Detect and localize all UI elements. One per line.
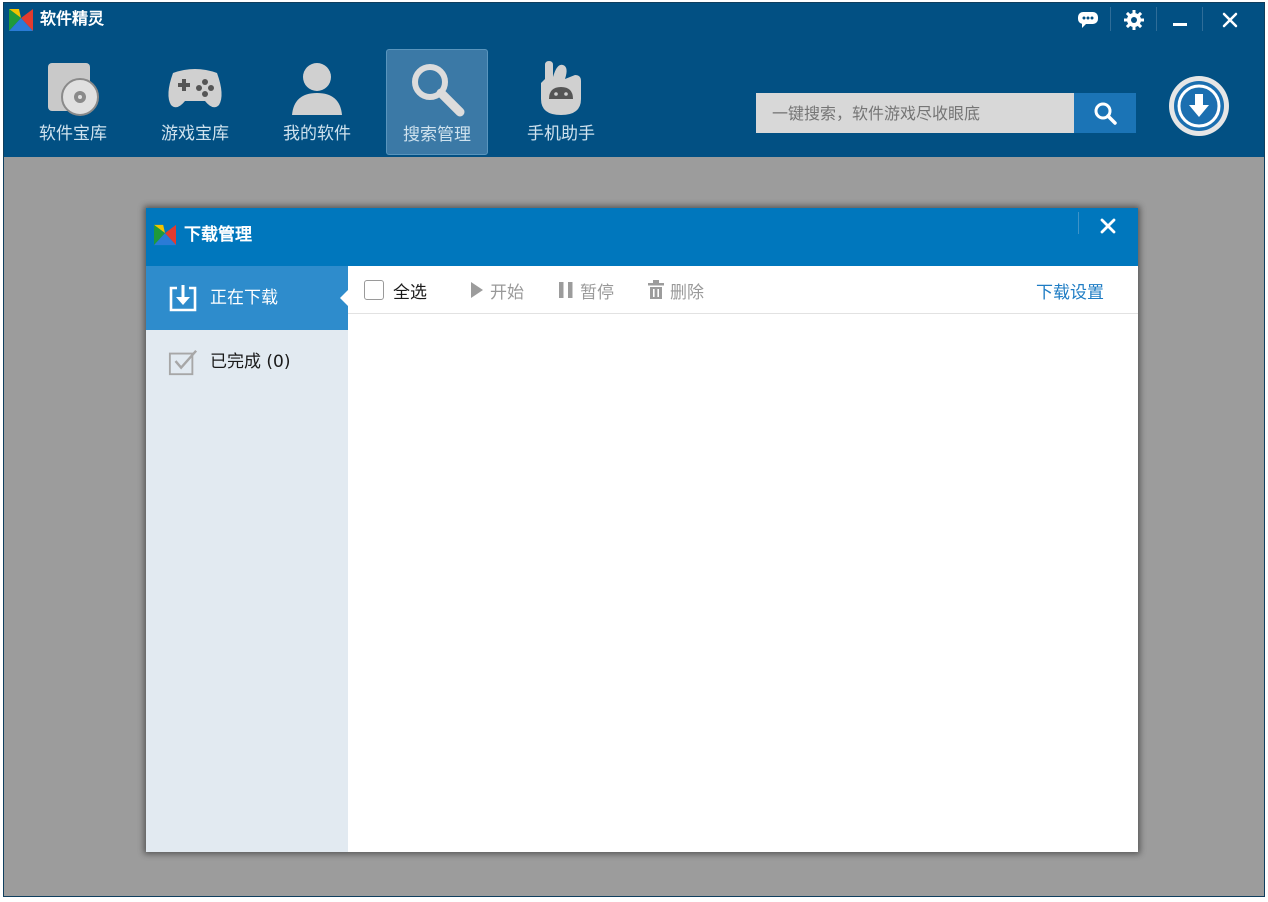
search-input[interactable] bbox=[756, 93, 1074, 133]
search-magnifier-icon bbox=[406, 58, 468, 120]
download-settings-link[interactable]: 下载设置 bbox=[1036, 278, 1104, 303]
settings-button[interactable] bbox=[1114, 5, 1154, 35]
nav-label: 我的软件 bbox=[283, 124, 351, 144]
nav-label: 搜索管理 bbox=[403, 125, 471, 145]
minimize-icon bbox=[1173, 23, 1187, 26]
android-hand-icon bbox=[530, 57, 592, 119]
pause-label: 暂停 bbox=[580, 282, 614, 303]
start-label: 开始 bbox=[490, 282, 524, 303]
dialog-title: 下载管理 bbox=[184, 225, 252, 245]
select-all-toggle[interactable]: 全选 bbox=[364, 278, 427, 303]
app-window: 软件精灵 软件宝库 游戏宝库 我的软件 搜索管理 手机助手 一键搜索，软件游戏尽… bbox=[3, 2, 1265, 897]
download-manager-button[interactable] bbox=[1168, 75, 1230, 137]
download-manager-dialog: 下载管理 正在下载 已完成 (0) 全选 开始 暂停 删除 下载设置 bbox=[146, 208, 1138, 852]
download-list bbox=[348, 314, 1138, 852]
search-button[interactable] bbox=[1074, 93, 1136, 133]
nav-my-software[interactable]: 我的软件 bbox=[266, 49, 368, 155]
trash-icon bbox=[648, 280, 664, 300]
window-control-divider bbox=[1110, 7, 1111, 31]
download-arrow-icon bbox=[1169, 76, 1229, 136]
dialog-sidebar: 正在下载 已完成 (0) bbox=[146, 266, 348, 852]
close-icon bbox=[1222, 12, 1238, 28]
user-icon bbox=[286, 57, 348, 119]
select-all-checkbox[interactable] bbox=[364, 280, 384, 300]
delete-button[interactable]: 删除 bbox=[648, 278, 704, 303]
window-control-divider bbox=[1156, 7, 1157, 31]
sidebar-item-label: 已完成 (0) bbox=[210, 352, 291, 372]
settings-gear-icon bbox=[1124, 10, 1144, 30]
nav-label: 游戏宝库 bbox=[161, 124, 229, 144]
nav-game-library[interactable]: 游戏宝库 bbox=[144, 49, 246, 155]
dialog-close-button[interactable] bbox=[1092, 212, 1124, 240]
nav-phone-assistant[interactable]: 手机助手 bbox=[510, 49, 612, 155]
play-icon bbox=[470, 281, 484, 299]
dialog-close-divider bbox=[1078, 212, 1079, 234]
pause-icon bbox=[558, 281, 574, 299]
minimize-button[interactable] bbox=[1160, 5, 1200, 35]
download-toolbar: 全选 开始 暂停 删除 下载设置 bbox=[348, 266, 1138, 314]
close-icon bbox=[1100, 218, 1116, 234]
sidebar-item-completed[interactable]: 已完成 (0) bbox=[146, 330, 348, 394]
close-button[interactable] bbox=[1210, 5, 1250, 35]
window-control-divider bbox=[1202, 7, 1203, 31]
feedback-button[interactable] bbox=[1068, 5, 1108, 35]
nav-label: 手机助手 bbox=[527, 124, 595, 144]
nav-label: 软件宝库 bbox=[39, 124, 107, 144]
sidebar-item-downloading[interactable]: 正在下载 bbox=[146, 266, 348, 330]
pause-button[interactable]: 暂停 bbox=[558, 278, 614, 303]
download-tray-icon bbox=[168, 283, 198, 313]
app-logo-icon bbox=[9, 9, 33, 31]
sidebar-item-label: 正在下载 bbox=[210, 288, 278, 308]
dialog-logo-icon bbox=[154, 224, 176, 246]
gamepad-icon bbox=[164, 57, 226, 119]
dialog-header: 下载管理 bbox=[146, 208, 1138, 266]
top-bar: 软件精灵 软件宝库 游戏宝库 我的软件 搜索管理 手机助手 一键搜索，软件游戏尽… bbox=[4, 3, 1264, 157]
nav-software-library[interactable]: 软件宝库 bbox=[22, 49, 124, 155]
search-icon bbox=[1094, 102, 1117, 125]
check-box-icon bbox=[168, 347, 198, 377]
software-disc-icon bbox=[42, 57, 104, 119]
delete-label: 删除 bbox=[670, 282, 704, 303]
download-settings-label: 下载设置 bbox=[1036, 282, 1104, 303]
app-title: 软件精灵 bbox=[40, 9, 105, 28]
nav-search-manage[interactable]: 搜索管理 bbox=[386, 49, 488, 155]
start-button[interactable]: 开始 bbox=[470, 278, 524, 303]
select-all-label: 全选 bbox=[393, 282, 427, 303]
feedback-icon bbox=[1078, 12, 1098, 28]
